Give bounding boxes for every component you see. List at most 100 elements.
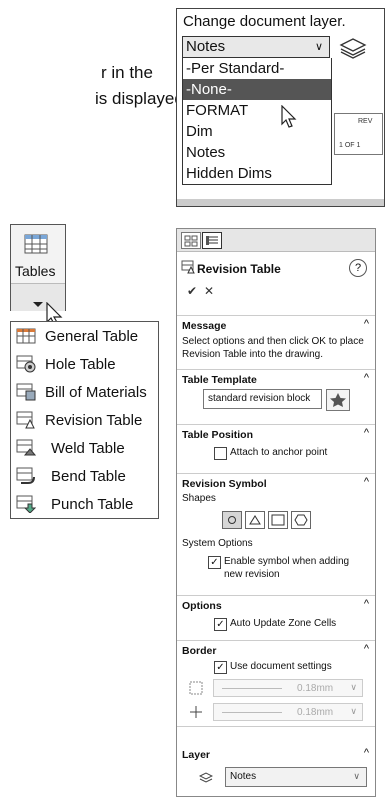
grid-border-value: 0.18mm [297,707,334,718]
menu-item-punch-table[interactable]: Punch Table [11,490,158,518]
chevron-down-icon: ∨ [350,706,357,716]
table-template-section: Table Template ^ standard revision block [177,369,375,422]
punch-table-icon [15,495,37,513]
attach-anchor-label: Attach to anchor point [230,447,328,458]
menu-item-bill-of-materials[interactable]: Bill of Materials [11,378,158,406]
menu-item-label: Hole Table [45,355,116,373]
menu-item-hole-table[interactable]: Hole Table [11,350,158,378]
cancel-button[interactable]: ✕ [204,284,214,298]
bend-table-icon [15,467,37,485]
panel-toolbar [177,229,375,252]
text-fragment-line1: r in the [101,63,153,82]
layer-select[interactable]: Notes ∨ [182,36,330,58]
message-section: Message ^ Select options and then click … [177,315,375,368]
property-manager-tab[interactable] [202,232,222,249]
hole-table-icon [15,355,37,373]
popup-bottom-strip [177,199,384,206]
layer-option-list: -Per Standard- -None- FORMAT Dim Notes H… [182,58,332,185]
circle-shape-button[interactable] [222,511,242,529]
border-section: Border ^ ✓ Use document settings 0.18mm … [177,640,375,726]
menu-item-weld-table[interactable]: Weld Table [11,434,158,462]
section-header[interactable]: Options [182,600,222,612]
menu-item-label: General Table [45,327,139,345]
section-header[interactable]: Border [182,645,216,657]
collapse-icon[interactable]: ^ [364,598,369,610]
section-header[interactable]: Message [182,320,226,332]
shapes-label: Shapes [182,493,216,504]
layer-option[interactable]: Dim [183,121,331,142]
menu-item-label: Punch Table [51,495,134,513]
revision-symbol-section: Revision Symbol ^ Shapes System Options … [177,473,375,594]
attach-anchor-checkbox[interactable] [214,447,227,460]
text-fragment-line2: is displayed. [95,89,189,108]
table-position-section: Table Position ^ Attach to anchor point [177,424,375,473]
mouse-cursor-icon [281,104,297,134]
revision-table-property-manager: Revision Table ? ✔ ✕ Message ^ Select op… [176,228,376,797]
collapse-icon[interactable]: ^ [364,476,369,488]
bg-cell-sheet: 1 OF 1 [339,142,361,149]
bg-cell-rev: REV [358,118,373,125]
revision-table-icon [181,260,195,279]
layer-option[interactable]: Hidden Dims [183,163,331,184]
collapse-icon[interactable]: ^ [364,643,369,655]
table-grid-icon [24,234,48,259]
line-preview [222,688,282,689]
layers-icon[interactable] [339,37,367,64]
menu-item-label: Revision Table [45,411,143,429]
bom-icon [15,383,37,401]
collapse-icon[interactable]: ^ [364,372,369,384]
layer-dialog: Change document layer. REV 1 OF 1 Notes … [176,8,385,207]
tables-button-label: Tables [15,263,56,279]
auto-update-zone-checkbox[interactable]: ✓ [214,618,227,631]
menu-item-revision-table[interactable]: Revision Table [11,406,158,434]
layer-option[interactable]: FORMAT [183,100,331,121]
enable-symbol-label: Enable symbol when adding new revision [224,556,350,580]
grid-border-select[interactable]: 0.18mm ∨ [213,703,363,721]
collapse-icon[interactable]: ^ [364,318,369,330]
collapse-icon[interactable]: ^ [364,747,369,759]
layer-option-highlighted[interactable]: -None- [183,79,331,100]
tables-menu: General Table Hole Table Bill of Materia… [10,321,159,519]
grid-border-icon [189,705,203,724]
hexagon-shape-button[interactable] [291,511,311,529]
collapse-icon[interactable]: ^ [364,427,369,439]
menu-item-label: Bill of Materials [45,383,147,401]
system-options-label: System Options [182,538,253,549]
enable-symbol-checkbox[interactable]: ✓ [208,556,221,569]
menu-item-label: Bend Table [51,467,126,485]
layer-dialog-title: Change document layer. [183,13,346,30]
chevron-down-icon: ∨ [314,41,323,53]
chevron-down-icon: ∨ [353,771,360,781]
general-table-icon [15,327,37,345]
layer-section: Layer ^ Notes ∨ [177,726,375,796]
revision-table-icon [15,411,37,429]
ok-button[interactable]: ✔ [187,284,197,298]
tables-button[interactable]: Tables [10,224,66,311]
layer-select[interactable]: Notes ∨ [225,767,367,787]
layer-select-value: Notes [186,38,226,55]
box-border-value: 0.18mm [297,683,334,694]
section-header[interactable]: Table Template [182,374,257,386]
template-field[interactable]: standard revision block [203,389,322,409]
background-title-block: REV 1 OF 1 [334,113,383,155]
use-document-settings-label: Use document settings [230,661,332,672]
section-header[interactable]: Table Position [182,429,253,441]
box-border-select[interactable]: 0.18mm ∨ [213,679,363,697]
load-template-button[interactable] [326,389,350,411]
menu-item-general-table[interactable]: General Table [11,322,158,350]
layer-option[interactable]: Notes [183,142,331,163]
square-shape-button[interactable] [268,511,288,529]
section-header[interactable]: Layer [182,749,210,761]
triangle-shape-button[interactable] [245,511,265,529]
layer-option[interactable]: -Per Standard- [183,58,331,79]
panel-title: Revision Table [197,262,281,276]
box-border-icon [189,681,203,700]
feature-manager-tab[interactable] [181,232,201,249]
layers-icon [198,771,214,789]
weld-table-icon [15,439,37,457]
menu-item-bend-table[interactable]: Bend Table [11,462,158,490]
section-header[interactable]: Revision Symbol [182,478,267,490]
use-document-settings-checkbox[interactable]: ✓ [214,661,227,674]
help-icon[interactable]: ? [349,259,367,277]
message-text: Select options and then click OK to plac… [182,336,364,360]
